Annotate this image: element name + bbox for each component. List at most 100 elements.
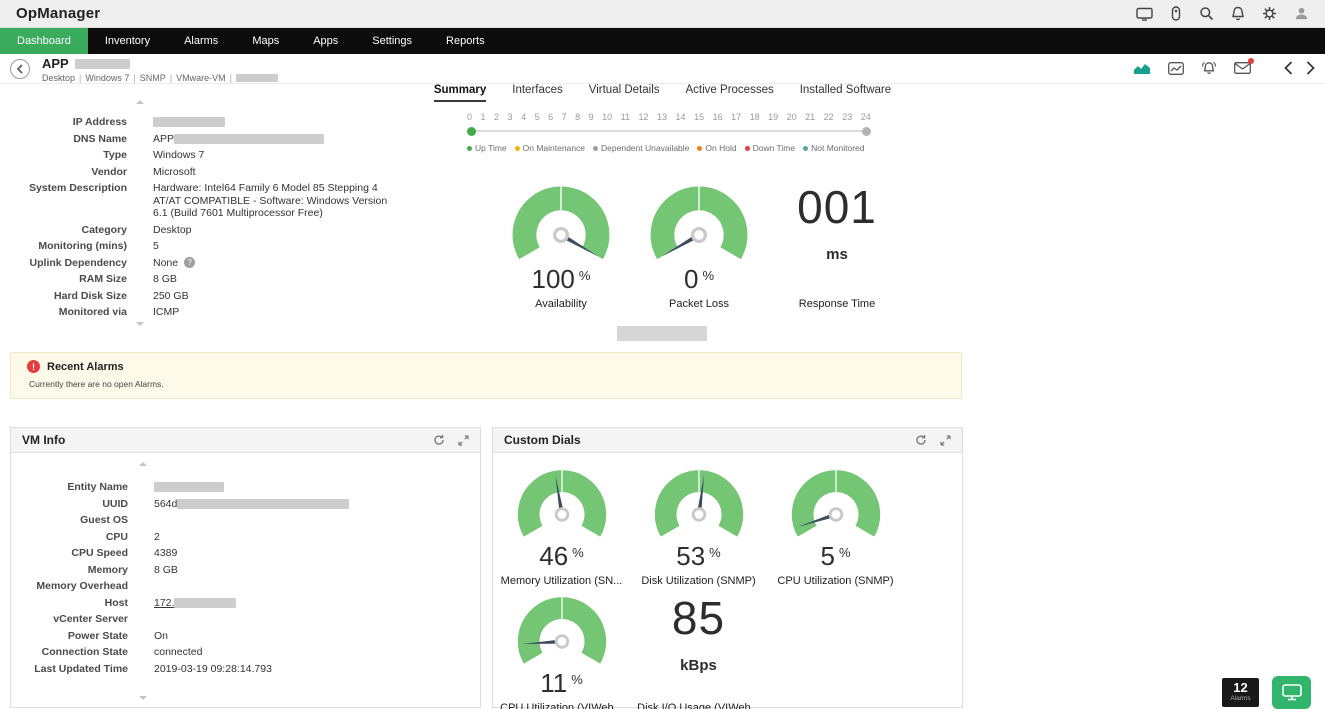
refresh-icon[interactable] [915, 434, 927, 446]
device-header-icons [1133, 61, 1251, 75]
scroll-down-icon[interactable] [139, 696, 147, 700]
detail-value: Desktop [153, 224, 192, 237]
redacted-value [153, 117, 225, 127]
detail-value [154, 481, 224, 494]
timeline-ticks: 0123456789101112131415161718192021222324 [467, 112, 871, 122]
stat-unit: kBps [680, 657, 717, 674]
dial-value-unit: % [572, 545, 584, 560]
nav-item-settings[interactable]: Settings [355, 28, 429, 54]
tab-summary[interactable]: Summary [434, 84, 486, 102]
device-meta-part: VMware-VM [176, 73, 226, 83]
slider-end-handle[interactable] [862, 127, 871, 136]
gauge-dial [649, 466, 749, 543]
timeline-tick: 0 [467, 112, 472, 122]
detail-text: Desktop [153, 224, 192, 236]
detail-row-hard-disk-size: Hard Disk Size 250 GB [0, 290, 480, 303]
detail-row-monitoring-mins: Monitoring (mins)5 [0, 240, 480, 253]
stat-packet-loss: 0%Packet Loss [630, 182, 768, 310]
detail-value [153, 116, 225, 129]
redacted-block [617, 326, 707, 341]
mail-notification-badge [1248, 58, 1254, 64]
detail-value: On [154, 630, 168, 643]
detail-label: Uplink Dependency [0, 257, 127, 270]
gauge-dial [644, 182, 754, 266]
legend-item-on-maintenance: On Maintenance [515, 143, 585, 153]
scroll-down-icon[interactable] [136, 322, 144, 326]
detail-value: 2019-03-19 09:28:14.793 [154, 663, 272, 676]
scroll-up-icon[interactable] [136, 100, 144, 104]
nav-item-reports[interactable]: Reports [429, 28, 502, 54]
alarm-count-label: Alarms [1222, 695, 1259, 702]
next-device-icon[interactable] [1306, 61, 1315, 75]
legend-item-down-time: Down Time [745, 143, 796, 153]
refresh-icon[interactable] [433, 434, 445, 446]
dial-value: 11% [540, 670, 583, 701]
gear-icon[interactable] [1262, 6, 1277, 21]
tab-installed-software[interactable]: Installed Software [800, 84, 891, 102]
dial-value: 5% [820, 543, 850, 574]
prev-device-icon[interactable] [1284, 61, 1293, 75]
detail-value: Windows 7 [153, 149, 204, 162]
tab-active-processes[interactable]: Active Processes [686, 84, 774, 102]
support-chat-button[interactable] [1272, 676, 1311, 709]
search-icon[interactable] [1199, 6, 1214, 21]
app-logo[interactable]: OpManager [16, 5, 100, 22]
stat-availability: 100%Availability [492, 182, 630, 310]
mail-icon[interactable] [1234, 62, 1251, 74]
redacted-value [174, 598, 236, 608]
line-chart-icon[interactable] [1168, 62, 1184, 75]
detail-row-monitored-via: Monitored viaICMP [0, 306, 480, 319]
legend-label: Down Time [753, 143, 796, 153]
legend-label: Not Monitored [811, 143, 864, 153]
alarm-bell-icon[interactable] [1201, 61, 1217, 75]
timeline-tick: 17 [731, 112, 741, 122]
device-header: APP Desktop|Windows 7|SNMP|VMware-VM| [0, 54, 1325, 84]
meta-separator: | [230, 73, 232, 83]
detail-text: Microsoft [153, 166, 196, 178]
gauge-dial [512, 593, 612, 670]
addons-icon[interactable] [1170, 6, 1182, 21]
slider-start-handle[interactable] [467, 127, 476, 136]
detail-text: APP [153, 133, 174, 145]
dial-value-number: 5 [820, 541, 834, 571]
detail-label: Hard Disk Size [0, 290, 127, 303]
display-icon[interactable] [1136, 7, 1153, 21]
back-button[interactable] [10, 59, 30, 79]
host-link[interactable]: 172. [154, 597, 174, 609]
legend-label: Up Time [475, 143, 507, 153]
detail-row-dns-name: DNS Name APP [0, 133, 480, 146]
stat-value: 85 [672, 593, 725, 643]
timeline-tick: 8 [575, 112, 580, 122]
recent-alarms-message: Currently there are no open Alarms. [29, 379, 945, 389]
bell-icon[interactable] [1231, 6, 1245, 21]
timeline-slider[interactable] [467, 125, 871, 137]
performance-chart-icon[interactable] [1133, 62, 1151, 75]
detail-label: Type [0, 149, 127, 162]
nav-item-maps[interactable]: Maps [235, 28, 296, 54]
user-icon[interactable] [1294, 6, 1309, 21]
detail-value: 4389 [154, 547, 177, 560]
nav-item-inventory[interactable]: Inventory [88, 28, 167, 54]
detail-label: Memory [11, 564, 128, 577]
nav-item-dashboard[interactable]: Dashboard [0, 28, 88, 54]
redacted-value [154, 482, 224, 492]
detail-text: 250 GB [153, 290, 189, 302]
expand-icon[interactable] [940, 435, 951, 446]
tab-interfaces[interactable]: Interfaces [512, 84, 563, 102]
detail-row-memory-overhead: Memory Overhead [11, 580, 480, 593]
nav-item-apps[interactable]: Apps [296, 28, 355, 54]
redacted-meta [236, 74, 278, 82]
expand-icon[interactable] [458, 435, 469, 446]
help-icon[interactable]: ? [184, 257, 195, 268]
scroll-up-icon[interactable] [139, 462, 147, 466]
timeline-tick: 23 [842, 112, 852, 122]
stat-disk-utilization-snmp: 53%Disk Utilization (SNMP) [630, 466, 767, 587]
detail-label: DNS Name [0, 133, 127, 146]
alarm-count-badge[interactable]: 12 Alarms [1222, 678, 1259, 707]
device-details: IP AddressDNS NameAPPTypeWindows 7Vendor… [0, 116, 480, 323]
stat-memory-utilization-sn: 46%Memory Utilization (SN... [493, 466, 630, 587]
stat-label: Disk I/O Usage (VIWeb... [637, 702, 760, 709]
opmanager-screen: OpManager DashboardInventoryAlarmsMapsAp… [0, 0, 1325, 709]
tab-virtual-details[interactable]: Virtual Details [589, 84, 660, 102]
nav-item-alarms[interactable]: Alarms [167, 28, 235, 54]
